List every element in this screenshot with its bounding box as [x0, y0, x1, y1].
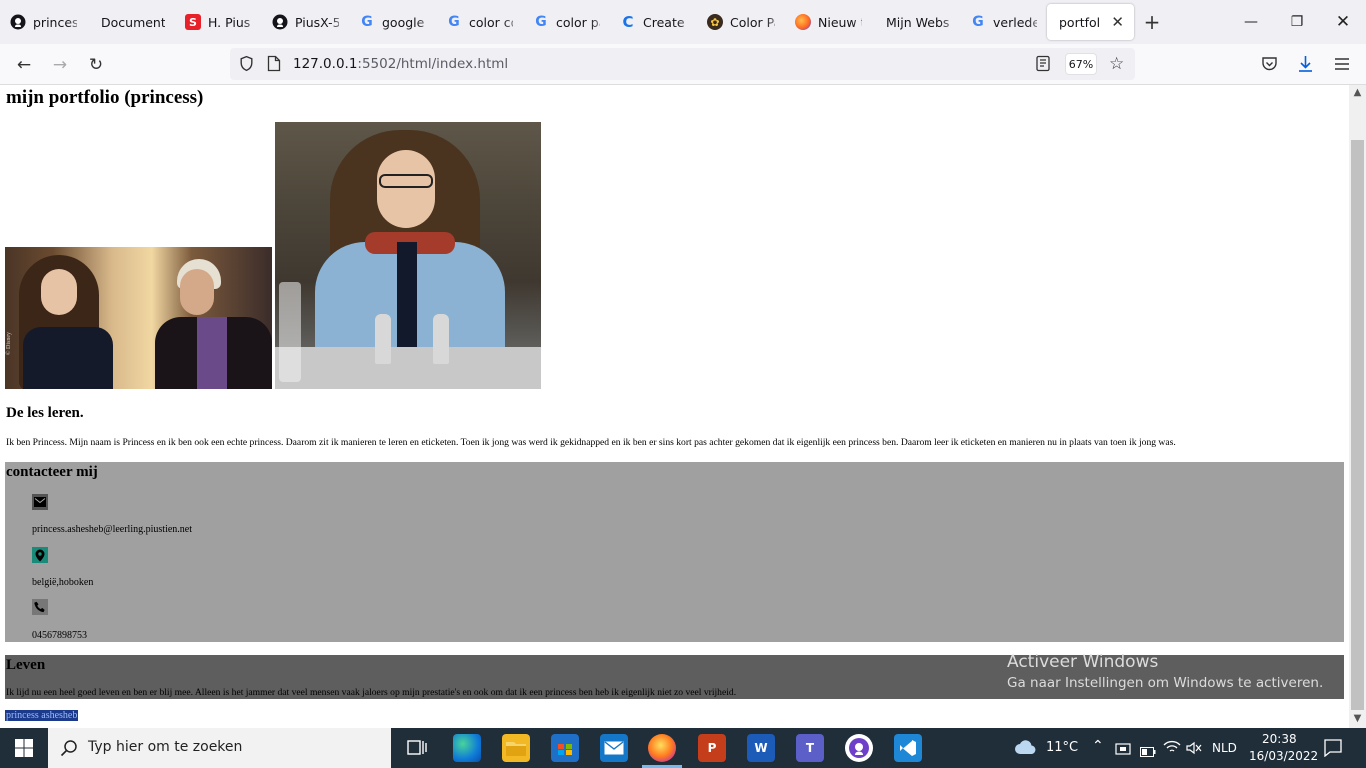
tab-nieuw-ta[interactable]: Nieuw ta: [785, 4, 872, 40]
minimize-button[interactable]: —: [1228, 0, 1274, 44]
google-icon: G: [535, 14, 547, 30]
firefox-icon[interactable]: [648, 734, 676, 762]
weather-temperature[interactable]: 11°C: [1046, 740, 1078, 755]
windows-activation-watermark: Activeer Windows Ga naar Instellingen om…: [1007, 652, 1323, 691]
github-desktop-icon[interactable]: [845, 734, 873, 762]
zoom-level-badge[interactable]: 67%: [1065, 53, 1097, 75]
c-icon: C: [622, 13, 634, 31]
mail-icon: [32, 494, 48, 510]
tab-princess[interactable]: princess: [0, 4, 87, 40]
footer-link[interactable]: princess ashesheb: [5, 710, 79, 721]
tab-color-pa-2[interactable]: ✿ Color Pa: [697, 4, 785, 40]
reload-icon[interactable]: ↻: [83, 52, 109, 78]
windows-taskbar: Typ hier om te zoeken P W T 11°C ⌃ NLD 2…: [0, 728, 1366, 768]
clock-date[interactable]: 16/03/2022: [1249, 749, 1318, 763]
forward-arrow-icon[interactable]: →: [47, 52, 73, 78]
colorpalette-icon: ✿: [707, 14, 723, 30]
vscode-icon[interactable]: [894, 734, 922, 762]
section-les-text: Ik ben Princess. Mijn naam is Princess e…: [6, 437, 1176, 448]
location-pin-icon: [32, 547, 48, 563]
taskbar-search[interactable]: Typ hier om te zoeken: [48, 728, 391, 768]
close-window-button[interactable]: ✕: [1320, 0, 1366, 44]
powerpoint-icon[interactable]: P: [698, 734, 726, 762]
url-text[interactable]: 127.0.0.1:5502/html/index.html: [293, 56, 508, 72]
contact-phone: 04567898753: [32, 630, 87, 641]
chevron-up-icon[interactable]: ⌃: [1092, 738, 1104, 754]
page-content: mijn portfolio (princess) © Disney De le…: [0, 85, 1349, 728]
browser-tab-bar: princess Document S H. Pius X PiusX-5E G…: [0, 0, 1366, 44]
menu-hamburger-icon[interactable]: [1334, 56, 1350, 75]
tab-verleden[interactable]: G verleden: [960, 4, 1047, 40]
clock-time[interactable]: 20:38: [1262, 732, 1297, 746]
tab-label: portfolio: [1059, 14, 1100, 30]
phone-icon: [32, 599, 48, 615]
close-icon[interactable]: ✕: [1111, 13, 1124, 31]
battery-icon[interactable]: [1140, 742, 1156, 761]
network-adapter-icon[interactable]: [1115, 741, 1131, 760]
page-scrollbar[interactable]: ▲ ▼: [1349, 85, 1366, 728]
url-host: 127.0.0.1: [293, 56, 358, 72]
microsoft-store-icon[interactable]: [551, 734, 579, 762]
scroll-up-icon[interactable]: ▲: [1349, 87, 1366, 98]
google-icon: G: [361, 14, 373, 30]
contact-email: princess.ashesheb@leerling.piustien.net: [32, 524, 192, 535]
tab-portfolio[interactable]: portfolio ✕: [1047, 4, 1134, 40]
task-view-icon[interactable]: [403, 734, 431, 762]
photo-credit: © Disney: [6, 331, 12, 355]
search-icon: [60, 739, 78, 761]
activation-subtitle: Ga naar Instellingen om Windows te activ…: [1007, 675, 1324, 691]
tab-color-co[interactable]: G color co: [436, 4, 523, 40]
windows-start-icon[interactable]: [15, 739, 33, 761]
page-icon[interactable]: [267, 55, 281, 76]
navigation-bar: ← → ↻ 127.0.0.1:5502/html/index.html 67%…: [0, 44, 1366, 85]
back-arrow-icon[interactable]: ←: [11, 52, 37, 78]
restore-button[interactable]: ❐: [1274, 0, 1320, 44]
github-icon: [10, 14, 26, 30]
leven-heading: Leven: [6, 657, 46, 673]
word-icon[interactable]: W: [747, 734, 775, 762]
volume-muted-icon[interactable]: [1186, 740, 1202, 759]
princess-lesson-photo: © Disney: [5, 247, 272, 389]
wifi-icon[interactable]: [1163, 739, 1181, 759]
bookmark-star-icon[interactable]: ☆: [1109, 54, 1124, 74]
section-les-heading: De les leren.: [6, 405, 84, 421]
activation-title: Activeer Windows: [1007, 652, 1159, 672]
tab-document[interactable]: Document: [87, 4, 175, 40]
download-icon[interactable]: [1297, 54, 1314, 77]
tab-create-a[interactable]: C Create a: [610, 4, 697, 40]
weather-cloud-icon[interactable]: [1014, 738, 1038, 760]
scroll-down-icon[interactable]: ▼: [1349, 713, 1366, 724]
contact-heading: contacteer mij: [6, 464, 98, 480]
tab-h-pius-x[interactable]: S H. Pius X: [175, 4, 262, 40]
s-icon: S: [185, 14, 201, 30]
github-icon: [272, 14, 288, 30]
edge-icon[interactable]: [453, 734, 481, 762]
firefox-icon: [795, 14, 811, 30]
contact-section: contacteer mij princess.ashesheb@leerlin…: [5, 462, 1344, 642]
search-placeholder: Typ hier om te zoeken: [88, 739, 243, 755]
contact-location: belgië,hoboken: [32, 577, 94, 588]
shield-icon[interactable]: [238, 55, 255, 76]
google-icon: G: [972, 14, 984, 30]
file-explorer-icon[interactable]: [502, 734, 530, 762]
princess-dinner-photo: [275, 122, 541, 389]
tab-mijn-website[interactable]: Mijn Website: [872, 4, 960, 40]
page-title: mijn portfolio (princess): [6, 87, 204, 108]
pocket-icon[interactable]: [1261, 56, 1278, 76]
google-icon: G: [448, 14, 460, 30]
tab-color-pa[interactable]: G color pa: [523, 4, 610, 40]
new-tab-button[interactable]: +: [1134, 10, 1170, 34]
reader-view-icon[interactable]: [1035, 55, 1051, 76]
scrollbar-thumb[interactable]: [1351, 140, 1364, 710]
tab-google-t[interactable]: G google t: [349, 4, 436, 40]
teams-icon[interactable]: T: [796, 734, 824, 762]
mail-app-icon[interactable]: [600, 734, 628, 762]
tab-piusx-5e[interactable]: PiusX-5E: [262, 4, 349, 40]
tab-label: Document: [101, 14, 165, 30]
language-indicator[interactable]: NLD: [1212, 741, 1237, 755]
url-bar[interactable]: 127.0.0.1:5502/html/index.html 67% ☆: [230, 48, 1135, 80]
leven-text: Ik lijd nu een heel goed leven en ben er…: [6, 687, 737, 698]
url-path: :5502/html/index.html: [357, 56, 509, 72]
notifications-icon[interactable]: [1324, 739, 1342, 761]
